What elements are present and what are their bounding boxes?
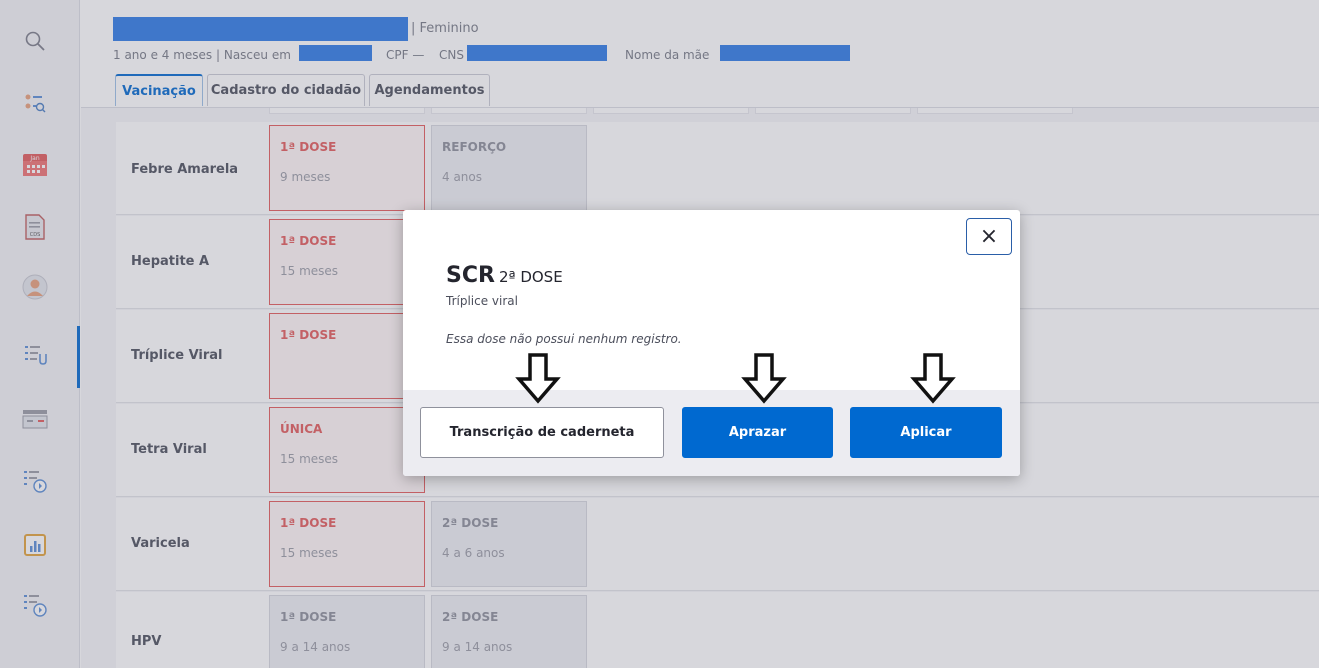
modal-title: SCR 2ª DOSE [446, 263, 563, 288]
apply-button[interactable]: Aplicar [850, 407, 1002, 458]
vaccine-code: SCR [446, 263, 495, 288]
dose-name: 2ª DOSE [498, 268, 563, 286]
transcription-button[interactable]: Transcrição de caderneta [420, 407, 664, 458]
down-arrow-icon [741, 353, 787, 404]
close-icon: × [979, 223, 999, 249]
schedule-button[interactable]: Aprazar [682, 407, 833, 458]
close-button[interactable]: × [966, 218, 1012, 255]
down-arrow-icon [910, 353, 956, 404]
no-record-message: Essa dose não possui nenhum registro. [446, 332, 682, 346]
down-arrow-icon [515, 353, 561, 404]
vaccine-full-name: Tríplice viral [446, 294, 518, 308]
dose-modal: × SCR 2ª DOSE Tríplice viral Essa dose nã… [403, 210, 1020, 476]
page: Jan CDS | Feminino 1 ano e 4 meses | Nas… [0, 0, 1319, 668]
